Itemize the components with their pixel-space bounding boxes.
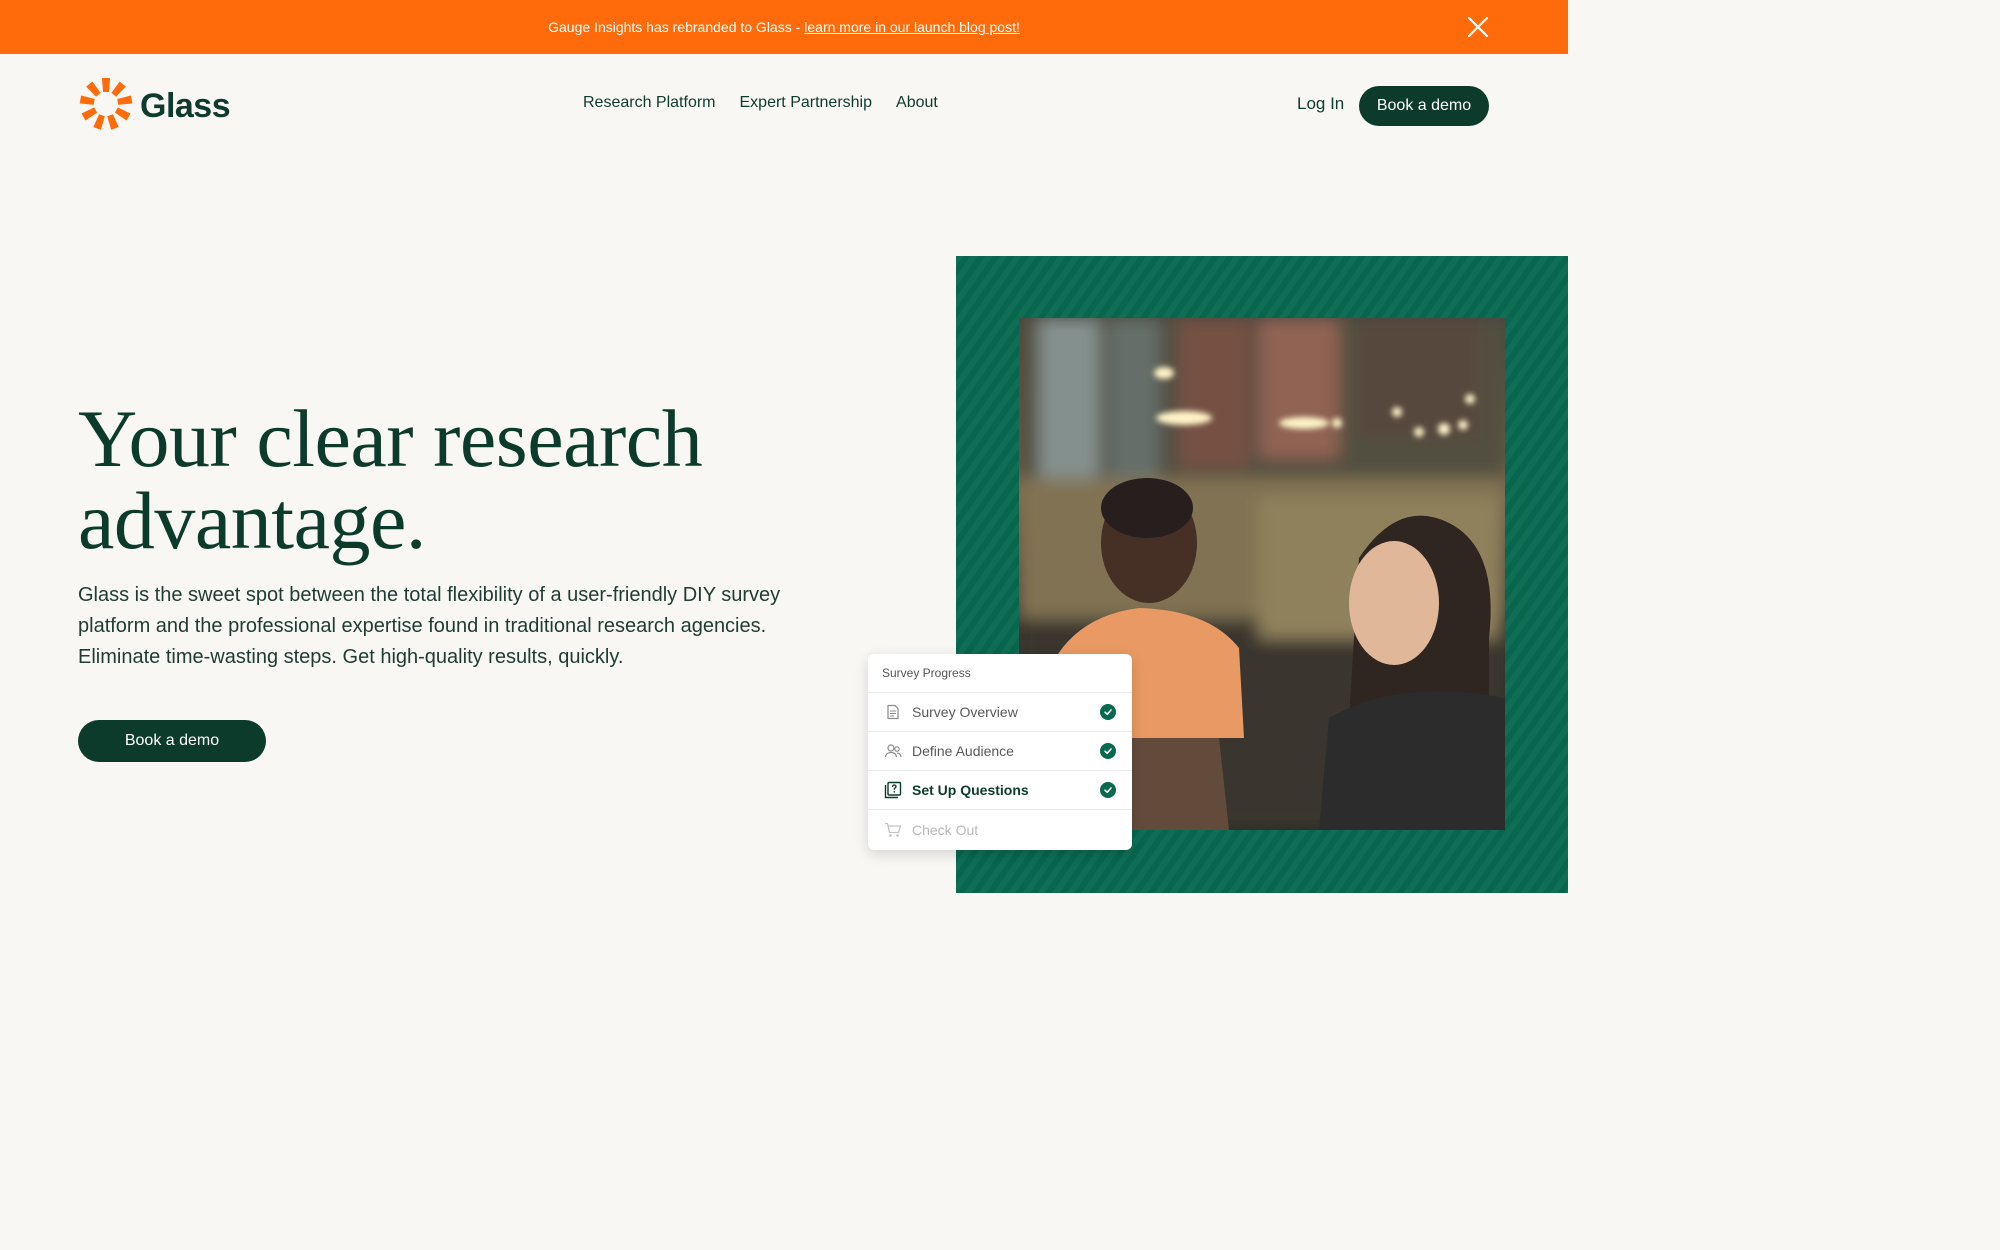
- survey-step-set-up-questions[interactable]: Set Up Questions: [868, 771, 1132, 810]
- top-nav: Glass Research Platform Expert Partnersh…: [0, 54, 1568, 158]
- survey-progress-card: Survey Progress Survey Overview Define A…: [868, 654, 1132, 850]
- hero-title: Your clear research advantage.: [78, 398, 838, 562]
- banner-text: Gauge Insights has rebranded to Glass -: [548, 19, 801, 35]
- survey-step-define-audience[interactable]: Define Audience: [868, 732, 1132, 771]
- nav-links: Research Platform Expert Partnership Abo…: [583, 94, 938, 112]
- logo-text: Glass: [140, 86, 231, 125]
- close-icon[interactable]: [1466, 15, 1490, 39]
- cart-icon: [884, 821, 902, 839]
- login-link[interactable]: Log In: [1297, 94, 1344, 114]
- hero-book-demo-button[interactable]: Book a demo: [78, 720, 266, 762]
- survey-progress-title: Survey Progress: [868, 654, 1132, 693]
- hero-title-line2: advantage.: [78, 475, 426, 566]
- survey-step-label: Check Out: [912, 821, 979, 838]
- survey-step-survey-overview[interactable]: Survey Overview: [868, 693, 1132, 732]
- survey-step-label: Survey Overview: [912, 704, 1018, 720]
- check-icon: [1100, 743, 1116, 759]
- survey-step-label: Define Audience: [912, 743, 1014, 759]
- users-icon: [884, 742, 902, 760]
- question-icon: [884, 781, 902, 799]
- hero-title-line1: Your clear research: [78, 393, 703, 484]
- nav-link-about[interactable]: About: [896, 94, 938, 112]
- nav-link-research-platform[interactable]: Research Platform: [583, 94, 716, 112]
- logo[interactable]: Glass: [78, 76, 231, 137]
- hero-subtitle: Glass is the sweet spot between the tota…: [78, 584, 781, 668]
- survey-step-check-out[interactable]: Check Out: [868, 810, 1132, 849]
- nav-link-expert-partnership[interactable]: Expert Partnership: [740, 94, 873, 112]
- announcement-banner: Gauge Insights has rebranded to Glass - …: [0, 0, 1568, 54]
- check-icon: [1100, 704, 1116, 720]
- nav-book-demo-button[interactable]: Book a demo: [1359, 86, 1489, 126]
- banner-link[interactable]: learn more in our launch blog post!: [804, 19, 1020, 35]
- sunburst-logo-icon: [78, 76, 134, 137]
- check-icon: [1100, 782, 1116, 798]
- survey-step-label: Set Up Questions: [912, 782, 1029, 798]
- document-icon: [884, 703, 902, 721]
